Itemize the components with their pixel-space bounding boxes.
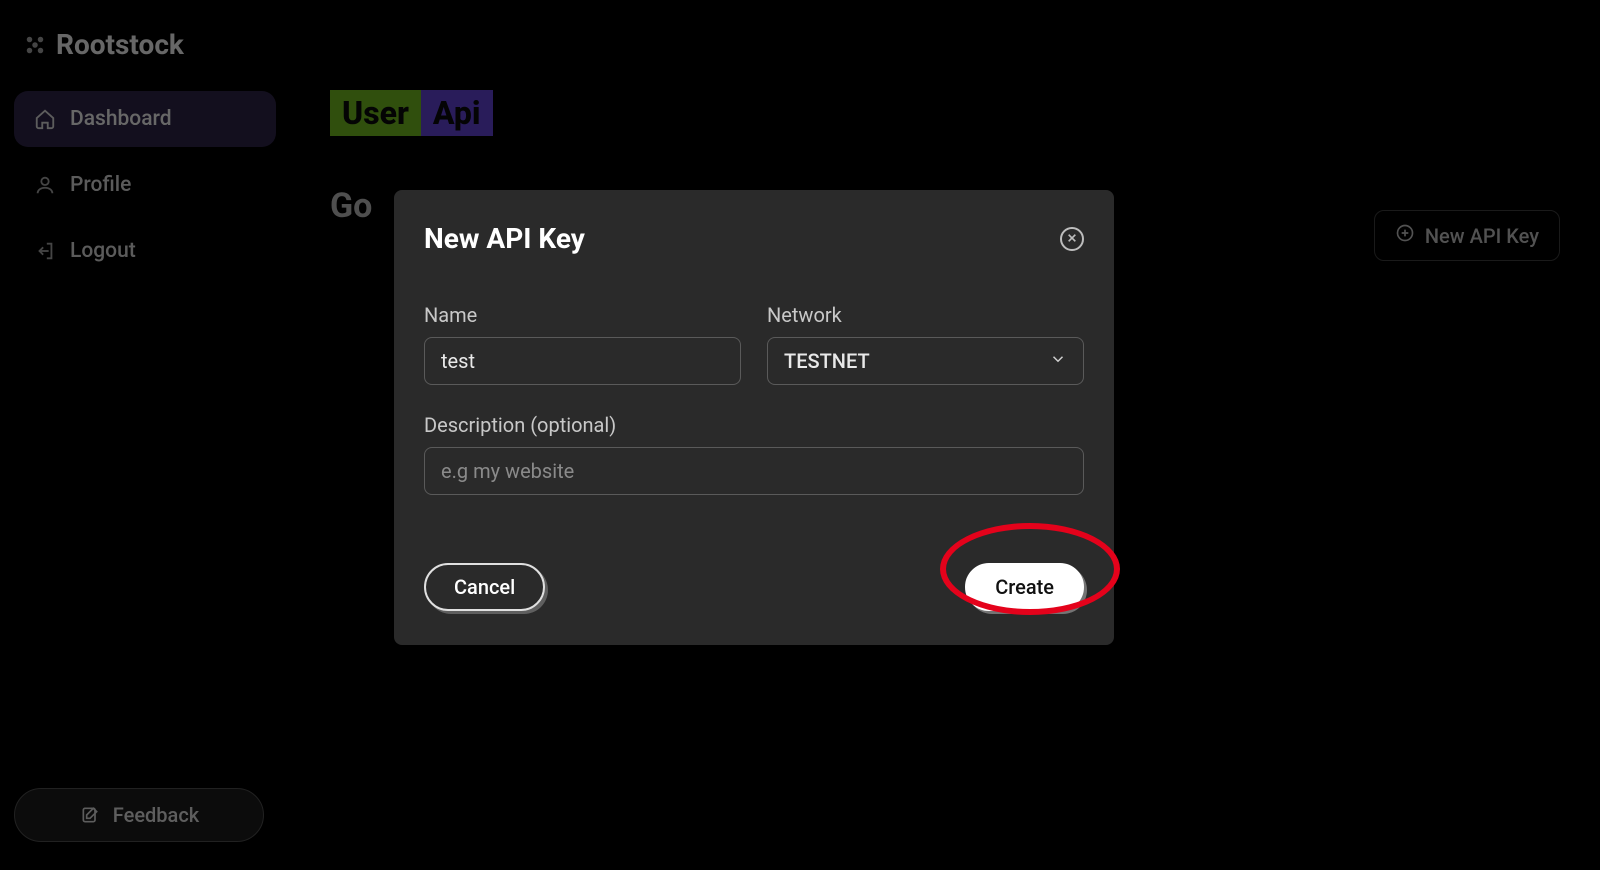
close-icon xyxy=(1067,231,1077,247)
form-group-description: Description (optional) xyxy=(424,413,1084,495)
form-group-name: Name xyxy=(424,303,741,385)
modal-title: New API Key xyxy=(424,222,585,255)
cancel-label: Cancel xyxy=(454,575,515,599)
chevron-down-icon xyxy=(1049,349,1067,373)
modal-close-button[interactable] xyxy=(1060,227,1084,251)
modal-header: New API Key xyxy=(424,222,1084,255)
create-label: Create xyxy=(995,575,1054,599)
network-label: Network xyxy=(767,303,1084,327)
name-input[interactable] xyxy=(424,337,741,385)
modal-actions: Cancel Create xyxy=(424,563,1084,611)
new-api-key-modal: New API Key Name Network TESTNET Descrip… xyxy=(394,190,1114,645)
name-label: Name xyxy=(424,303,741,327)
form-group-network: Network TESTNET xyxy=(767,303,1084,385)
cancel-button[interactable]: Cancel xyxy=(424,563,545,611)
description-input[interactable] xyxy=(424,447,1084,495)
form-row-name-network: Name Network TESTNET xyxy=(424,303,1084,385)
create-button[interactable]: Create xyxy=(965,563,1084,611)
network-select[interactable]: TESTNET xyxy=(767,337,1084,385)
network-selected-value: TESTNET xyxy=(784,349,870,373)
description-label: Description (optional) xyxy=(424,413,1084,437)
